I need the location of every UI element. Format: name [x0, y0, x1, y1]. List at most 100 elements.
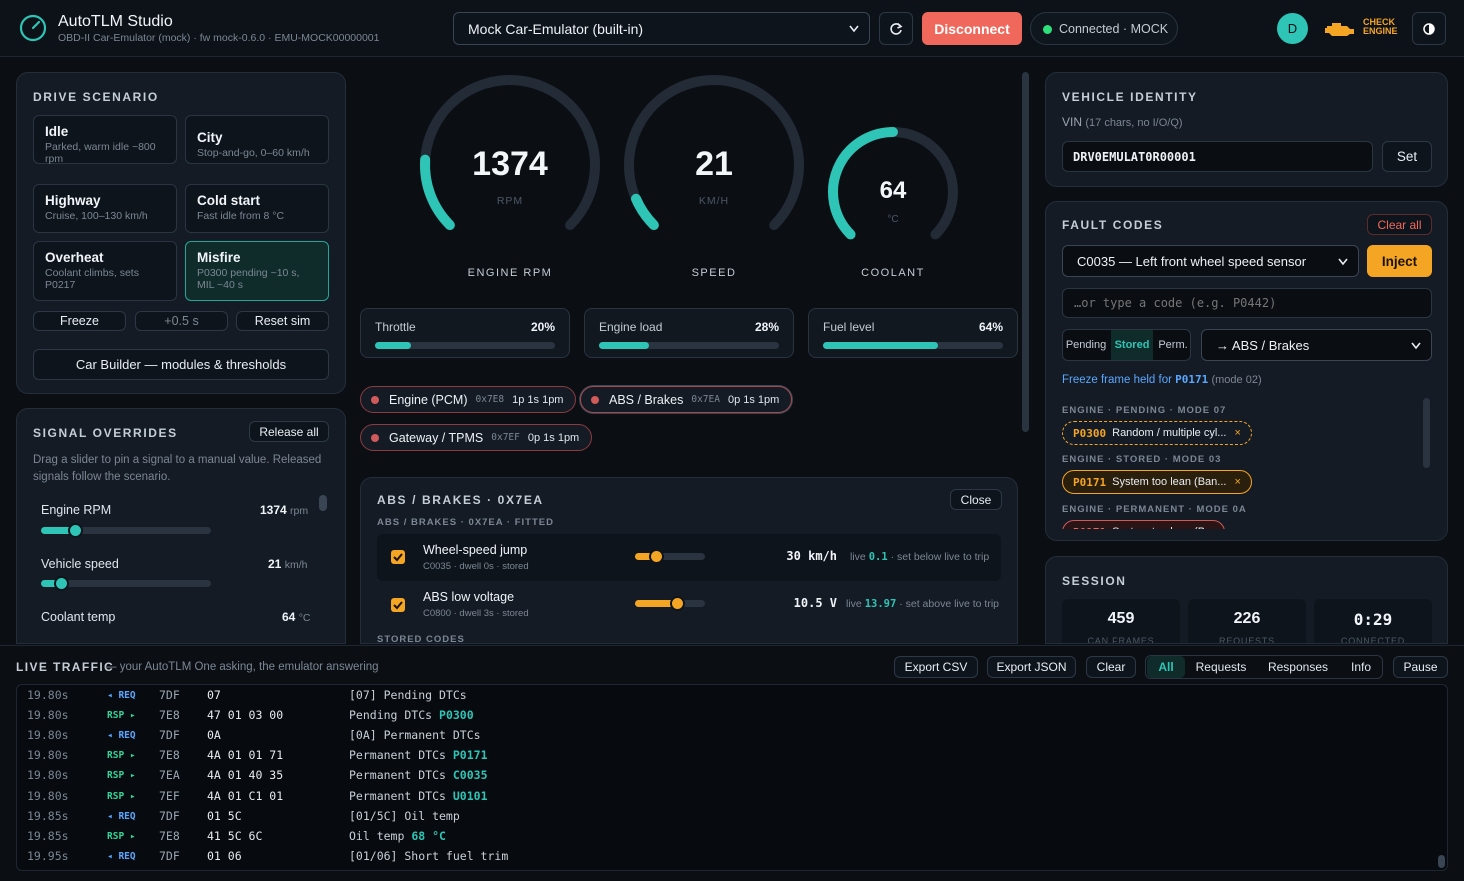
table-row: 19.85s RSP ▸ 7E8 41 5C 6C Oil temp 68 °C — [17, 826, 1437, 846]
log-timestamp: 19.80s — [27, 788, 69, 803]
release-all-button[interactable]: Release all — [249, 421, 329, 442]
pause-button[interactable]: Pause — [1393, 656, 1448, 678]
code-input[interactable] — [1062, 288, 1432, 318]
export-csv-button[interactable]: Export CSV — [894, 656, 978, 678]
clear-all-button[interactable]: Clear all — [1367, 214, 1432, 235]
log-timestamp: 19.95s — [27, 848, 69, 863]
signal-value: 1374 — [260, 503, 287, 517]
log-can-id: 7DF — [159, 808, 180, 823]
dtc-group-title: ENGINE · STORED · MODE 03 — [1062, 454, 1222, 465]
disconnect-button[interactable]: Disconnect — [922, 12, 1022, 45]
fault-checkbox[interactable] — [391, 550, 405, 564]
status-tab-pending[interactable]: Pending — [1063, 330, 1109, 360]
engine-rpm-slider[interactable] — [41, 523, 211, 538]
log-can-id: 7E8 — [159, 748, 180, 763]
log-description: Permanent DTCs U0101 — [349, 788, 488, 803]
close-button[interactable]: Close — [950, 489, 1002, 510]
filter-tab-info[interactable]: Info — [1342, 656, 1380, 678]
threshold-slider[interactable] — [635, 596, 705, 611]
set-vin-button[interactable]: Set — [1382, 141, 1432, 172]
rpm-gauge-label: ENGINE RPM — [467, 267, 553, 279]
log-description: [01/06] Short fuel trim — [349, 848, 509, 863]
status-tab-permanent[interactable]: Perm. — [1155, 330, 1191, 360]
fault-checkbox[interactable] — [391, 598, 405, 612]
vehicle-speed-slider[interactable] — [41, 576, 211, 591]
dtc-chip-stored[interactable]: P0171 System too lean (Ban... × — [1062, 470, 1252, 494]
module-pill-engine[interactable]: Engine (PCM) 0x7E8 1p 1s 1pm — [360, 386, 577, 413]
signal-name: Coolant temp — [41, 610, 116, 624]
scenario-city[interactable]: City Stop-and-go, 0–60 km/h — [185, 115, 329, 164]
rpm-gauge-value: 1374 — [472, 145, 548, 183]
contrast-icon — [1423, 22, 1435, 35]
scenario-idle[interactable]: Idle Parked, warm idle ~800 rpm — [33, 115, 177, 165]
scrollbar[interactable] — [319, 495, 327, 511]
export-json-button[interactable]: Export JSON — [987, 656, 1076, 678]
scenario-cold-start[interactable]: Cold start Fast idle from 8 °C — [185, 184, 329, 233]
fuel-level-bar — [823, 342, 939, 349]
log-description: [07] Pending DTCs — [349, 688, 467, 702]
remove-icon[interactable]: × — [1234, 427, 1240, 439]
signal-value: 64 — [282, 610, 296, 624]
filter-tab-requests[interactable]: Requests — [1190, 656, 1252, 678]
scenario-misfire[interactable]: Misfire P0300 pending ~10 s, MIL ~40 s — [185, 241, 329, 301]
fault-dot-icon — [591, 395, 599, 404]
vehicle-identity-title: VEHICLE IDENTITY — [1062, 90, 1198, 104]
log-scrollbar[interactable] — [1438, 855, 1445, 868]
speed-gauge-label: SPEED — [691, 267, 737, 279]
step-button[interactable]: +0.5 s — [135, 311, 228, 331]
freeze-button[interactable]: Freeze — [33, 311, 126, 331]
check-icon — [393, 553, 403, 562]
center-scrollbar[interactable] — [1022, 72, 1029, 432]
avatar[interactable]: D — [1277, 13, 1308, 44]
filter-tab-all[interactable]: All — [1147, 656, 1185, 678]
inject-button[interactable]: Inject — [1367, 245, 1432, 277]
slider-handle[interactable] — [54, 576, 70, 591]
chevron-down-icon — [1338, 258, 1348, 266]
log-bytes: 07 — [207, 688, 221, 702]
module-pill-gateway[interactable]: Gateway / TPMS 0x7EF 0p 1s 1pm — [360, 424, 593, 451]
coolant-gauge-unit: °C — [887, 214, 899, 225]
session-card: SESSION 459 CAN FRAMES 226 REQUESTS 0:29… — [1045, 556, 1448, 644]
target-module-select[interactable]: → ABS / Brakes — [1201, 329, 1432, 361]
code-select[interactable]: C0035 — Left front wheel speed sensor — [1062, 245, 1359, 277]
dtc-chip-pending[interactable]: P0300 Random / multiple cyl... × — [1062, 421, 1252, 445]
status-tab-stored[interactable]: Stored — [1111, 330, 1153, 360]
status-dot-icon — [1043, 25, 1052, 34]
clear-log-button[interactable]: Clear — [1086, 656, 1136, 678]
log-direction: RSP ▸ — [107, 770, 136, 782]
slider-handle[interactable] — [649, 549, 664, 564]
session-title: SESSION — [1062, 574, 1127, 588]
session-stat-connected: 0:29 CONNECTED — [1314, 599, 1432, 643]
slider-handle[interactable] — [670, 596, 685, 611]
fuel-level-metric: Fuel level 64% — [808, 308, 1018, 358]
threshold-value: 10.5 V — [793, 596, 837, 610]
status-segmented-control: Pending Stored Perm. — [1062, 329, 1191, 361]
car-builder-button[interactable]: Car Builder — modules & thresholds — [33, 349, 329, 380]
refresh-button[interactable] — [879, 12, 913, 45]
module-detail-card: ABS / BRAKES · 0X7EA Close ABS / BRAKES … — [360, 477, 1018, 644]
log-can-id: 7DF — [159, 728, 180, 743]
throttle-metric: Throttle 20% — [360, 308, 570, 358]
fault-name: ABS low voltage — [423, 590, 515, 604]
fault-name: Wheel-speed jump — [423, 543, 528, 557]
fault-row: Wheel-speed jump C0035 · dwell 0s · stor… — [377, 534, 1001, 581]
vin-input[interactable]: DRV0EMULAT0R00001 — [1062, 141, 1373, 172]
scenario-highway[interactable]: Highway Cruise, 100–130 km/h — [33, 184, 177, 233]
theme-toggle-button[interactable] — [1412, 12, 1446, 45]
module-pill-abs[interactable]: ABS / Brakes 0x7EA 0p 1s 1pm — [580, 386, 793, 413]
speed-gauge-value: 21 — [695, 145, 733, 183]
dtc-list-scrollbar[interactable] — [1423, 398, 1430, 468]
chevron-down-icon — [849, 25, 859, 33]
refresh-icon — [890, 22, 903, 35]
fault-codes-title: FAULT CODES — [1062, 218, 1164, 232]
table-row: 19.80s RSP ▸ 7E8 47 01 03 00 Pending DTCs P0… — [17, 705, 1437, 725]
threshold-slider[interactable] — [635, 549, 705, 564]
log-timestamp: 19.80s — [27, 688, 69, 702]
port-select[interactable]: Mock Car-Emulator (built-in) — [453, 12, 870, 45]
reset-sim-button[interactable]: Reset sim — [236, 311, 329, 331]
slider-handle[interactable] — [68, 523, 83, 538]
remove-icon[interactable]: × — [1234, 476, 1240, 488]
filter-tab-responses[interactable]: Responses — [1262, 656, 1334, 678]
scenario-overheat[interactable]: Overheat Coolant climbs, sets P0217 — [33, 241, 177, 301]
fault-dot-icon — [371, 433, 379, 442]
